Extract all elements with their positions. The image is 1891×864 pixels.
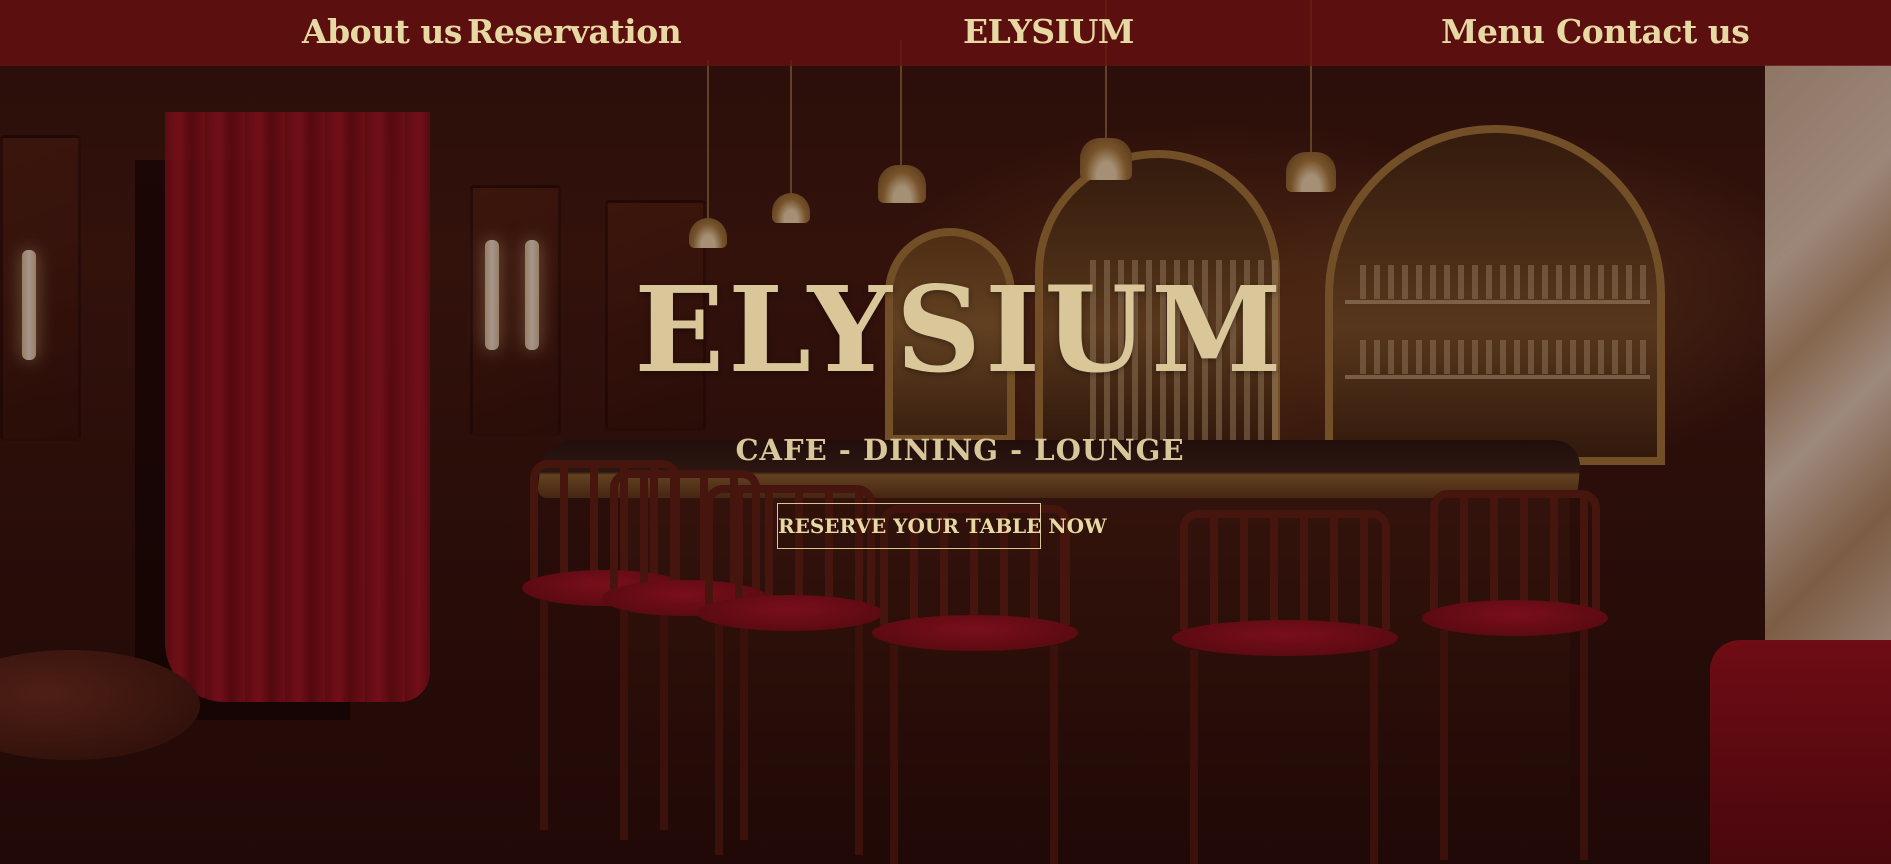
nav-link-contact-us[interactable]: Contact us xyxy=(1556,10,1750,54)
nav-link-reservation[interactable]: Reservation xyxy=(467,10,682,54)
hero-logo-title: ELYSIUM xyxy=(634,260,1286,399)
top-navigation-bar: About us Reservation ELYSIUM Menu Contac… xyxy=(0,0,1891,66)
nav-brand-logo[interactable]: ELYSIUM xyxy=(963,10,1134,54)
hero-tagline: CAFE - DINING - LOUNGE xyxy=(735,433,1185,467)
reserve-table-button[interactable]: RESERVE YOUR TABLE NOW xyxy=(777,503,1107,549)
nav-link-about-us[interactable]: About us xyxy=(302,10,463,54)
nav-link-menu[interactable]: Menu xyxy=(1441,10,1545,54)
